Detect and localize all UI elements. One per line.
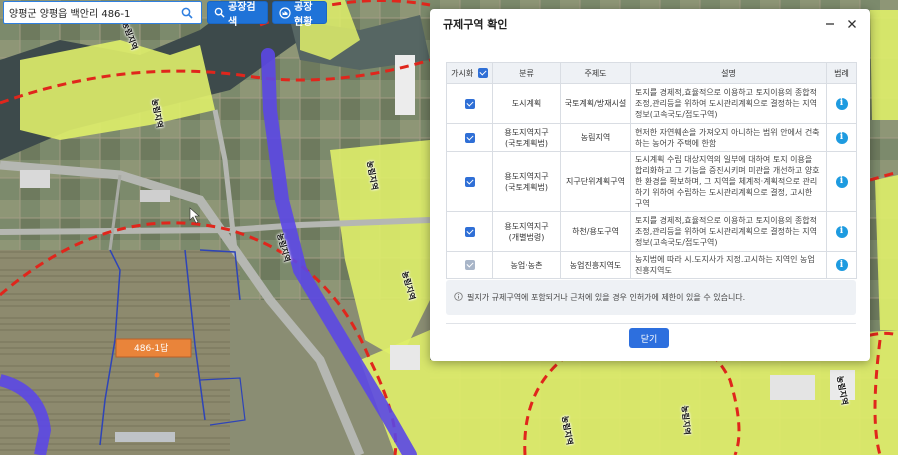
category-cell: 용도지역지구 (국토계획법) — [492, 151, 561, 212]
visibility-checkbox[interactable] — [464, 98, 475, 109]
select-all-checkbox[interactable] — [477, 68, 488, 78]
info-icon[interactable]: i — [835, 225, 848, 238]
info-icon[interactable]: i — [835, 175, 848, 188]
close-button[interactable]: 닫기 — [629, 328, 669, 348]
regulation-table: 가시화 분류 주제도 설명 범례 도시계획 국토계획/방재시설 토지를 경제적,… — [446, 62, 857, 279]
description-cell: 토지를 경제적,효율적으로 이용하고 토지이용의 종합적 조정,관리등을 위하여… — [630, 83, 827, 124]
visibility-checkbox — [464, 260, 475, 270]
description-cell: 토지를 경제적,효율적으로 이용하고 토지이용의 종합적 조정,관리등을 위하여… — [630, 211, 827, 252]
description-cell: 현저한 자연훼손을 가져오지 아니하는 범위 안에서 건축하는 농어가 주택에 … — [630, 123, 827, 152]
category-cell: 도시계획 — [492, 83, 561, 124]
category-cell: 용도지역지구 (개별법령) — [492, 211, 561, 252]
close-dialog-button[interactable] — [844, 16, 860, 32]
notice-text: 필지가 규제구역에 포함되거나 근처에 있을 경우 인허가에 제한이 있을 수 … — [467, 293, 746, 302]
table-row: 용도지역지구 (개별법령) 하천/용도구역 토지를 경제적,효율적으로 이용하고… — [446, 211, 857, 252]
info-icon[interactable]: i — [835, 97, 848, 110]
column-header-legend: 범례 — [826, 62, 857, 84]
regulation-zone-dialog: 규제구역 확인 가시화 분류 주제도 설명 범례 도시계획 국토계획/방재시설 … — [430, 9, 870, 361]
address-search-input[interactable] — [4, 7, 176, 18]
address-search-box — [3, 1, 202, 24]
dialog-header: 규제구역 확인 — [430, 9, 870, 39]
table-row: 용도지역지구 (국토계획법) 지구단위계획구역 도시계획 수립 대상지역의 일부… — [446, 151, 857, 212]
factory-search-button[interactable]: 공장검색 — [207, 1, 268, 28]
description-cell: 도시계획 수립 대상지역의 일부에 대하여 토지 이용을 합리화하고 그 기능을… — [630, 151, 827, 212]
column-header-category: 분류 — [492, 62, 561, 84]
table-row: 도시계획 국토계획/방재시설 토지를 경제적,효율적으로 이용하고 토지이용의 … — [446, 83, 857, 124]
table-row: 용도지역지구 (국토계획법) 농림지역 현저한 자연훼손을 가져오지 아니하는 … — [446, 123, 857, 152]
info-icon[interactable]: i — [835, 259, 848, 272]
divider — [446, 323, 856, 324]
theme-cell: 하천/용도구역 — [560, 211, 631, 252]
theme-cell: 농업진흥지역도 — [560, 251, 631, 279]
visibility-checkbox[interactable] — [464, 176, 475, 187]
factory-status-icon — [279, 6, 291, 19]
parcel-label[interactable]: 486-1답 — [134, 341, 168, 354]
info-circle-icon — [454, 292, 463, 303]
factory-status-button[interactable]: 공장현황 — [272, 1, 327, 28]
theme-cell: 지구단위계획구역 — [560, 151, 631, 212]
search-icon — [214, 7, 225, 19]
column-header-description: 설명 — [630, 62, 827, 84]
table-row: 농업·농촌 농업진흥지역도 농지법에 따라 시.도지사가 지정.고시하는 지역인… — [446, 251, 857, 279]
visibility-checkbox[interactable] — [464, 226, 475, 237]
search-icon[interactable] — [176, 2, 198, 24]
description-cell: 농지법에 따라 시.도지사가 지정.고시하는 지역인 농업진흥지역도 — [630, 251, 827, 279]
factory-search-label: 공장검색 — [228, 1, 256, 28]
notice-box: 필지가 규제구역에 포함되거나 근처에 있을 경우 인허가에 제한이 있을 수 … — [446, 280, 856, 315]
column-header-theme: 주제도 — [560, 62, 631, 84]
dialog-title: 규제구역 확인 — [443, 18, 508, 31]
category-cell: 농업·농촌 — [492, 251, 561, 279]
minimize-button[interactable] — [822, 16, 838, 32]
column-header-visibility: 가시화 — [446, 62, 493, 84]
theme-cell: 국토계획/방재시설 — [560, 83, 631, 124]
theme-cell: 농림지역 — [560, 123, 631, 152]
minimize-icon — [826, 23, 834, 25]
category-cell: 용도지역지구 (국토계획법) — [492, 123, 561, 152]
visibility-checkbox[interactable] — [464, 132, 475, 143]
factory-status-label: 공장현황 — [294, 1, 313, 28]
close-icon — [848, 20, 856, 28]
info-icon[interactable]: i — [835, 131, 848, 144]
